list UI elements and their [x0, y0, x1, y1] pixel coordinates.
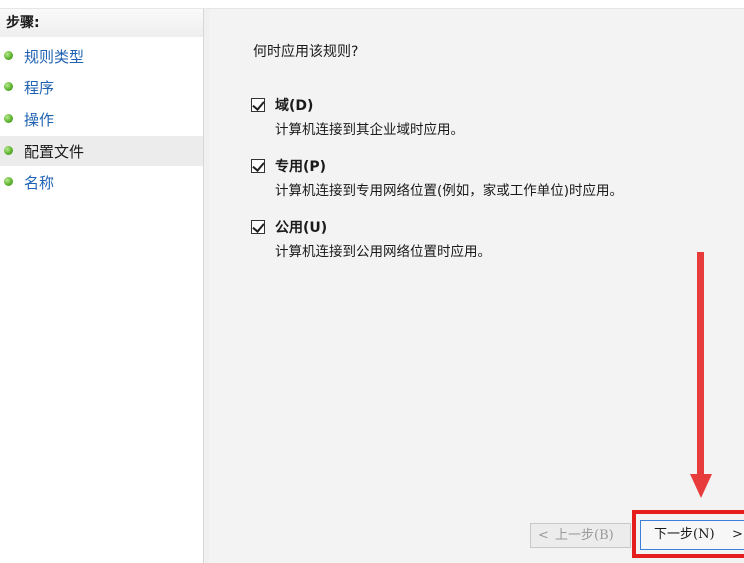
public-checkbox[interactable]	[251, 220, 265, 234]
checkmark-icon	[252, 220, 265, 233]
wizard-content: 何时应用该规则? 域(D) 计算机连接到其企业域时应用。 专用(P) 计算机连接…	[209, 9, 744, 563]
step-rule-type[interactable]: 规则类型	[0, 41, 203, 71]
page-question: 何时应用该规则?	[253, 44, 359, 60]
annotation-arrow-shaft	[697, 252, 704, 476]
step-program[interactable]: 程序	[0, 72, 203, 102]
step-label: 规则类型	[24, 48, 85, 66]
green-bullet-icon	[4, 177, 13, 186]
domain-checkbox[interactable]	[251, 98, 265, 112]
back-button-label: 上一步(B)	[555, 528, 614, 543]
option-description: 计算机连接到专用网络位置(例如，家或工作单位)时应用。	[275, 183, 624, 199]
steps-header: 步骤:	[0, 9, 203, 37]
checkmark-icon	[252, 98, 265, 111]
step-label: 名称	[24, 174, 55, 192]
annotation-highlight-box	[632, 510, 744, 558]
option-description: 计算机连接到公用网络位置时应用。	[275, 244, 491, 260]
step-label: 操作	[24, 111, 55, 129]
green-bullet-icon	[4, 51, 13, 60]
green-bullet-icon	[4, 146, 13, 155]
step-profile: 配置文件	[0, 136, 203, 166]
step-name[interactable]: 名称	[0, 167, 203, 197]
option-title[interactable]: 专用(P)	[275, 156, 326, 176]
chevron-left-icon: <	[538, 528, 549, 543]
window-top-strip	[0, 0, 744, 9]
wizard-steps-sidebar: 步骤: 规则类型 程序 操作 配置文件 名称	[0, 9, 203, 563]
green-bullet-icon	[4, 114, 13, 123]
checkmark-icon	[252, 159, 265, 172]
back-button[interactable]: < 上一步(B)	[530, 523, 631, 548]
option-description: 计算机连接到其企业域时应用。	[275, 122, 464, 138]
green-bullet-icon	[4, 82, 13, 91]
step-label: 程序	[24, 79, 55, 97]
option-title[interactable]: 公用(U)	[275, 217, 327, 237]
option-title[interactable]: 域(D)	[275, 95, 313, 115]
step-action[interactable]: 操作	[0, 104, 203, 134]
annotation-arrow-head-icon	[690, 474, 712, 498]
private-checkbox[interactable]	[251, 159, 265, 173]
step-label: 配置文件	[24, 143, 85, 161]
